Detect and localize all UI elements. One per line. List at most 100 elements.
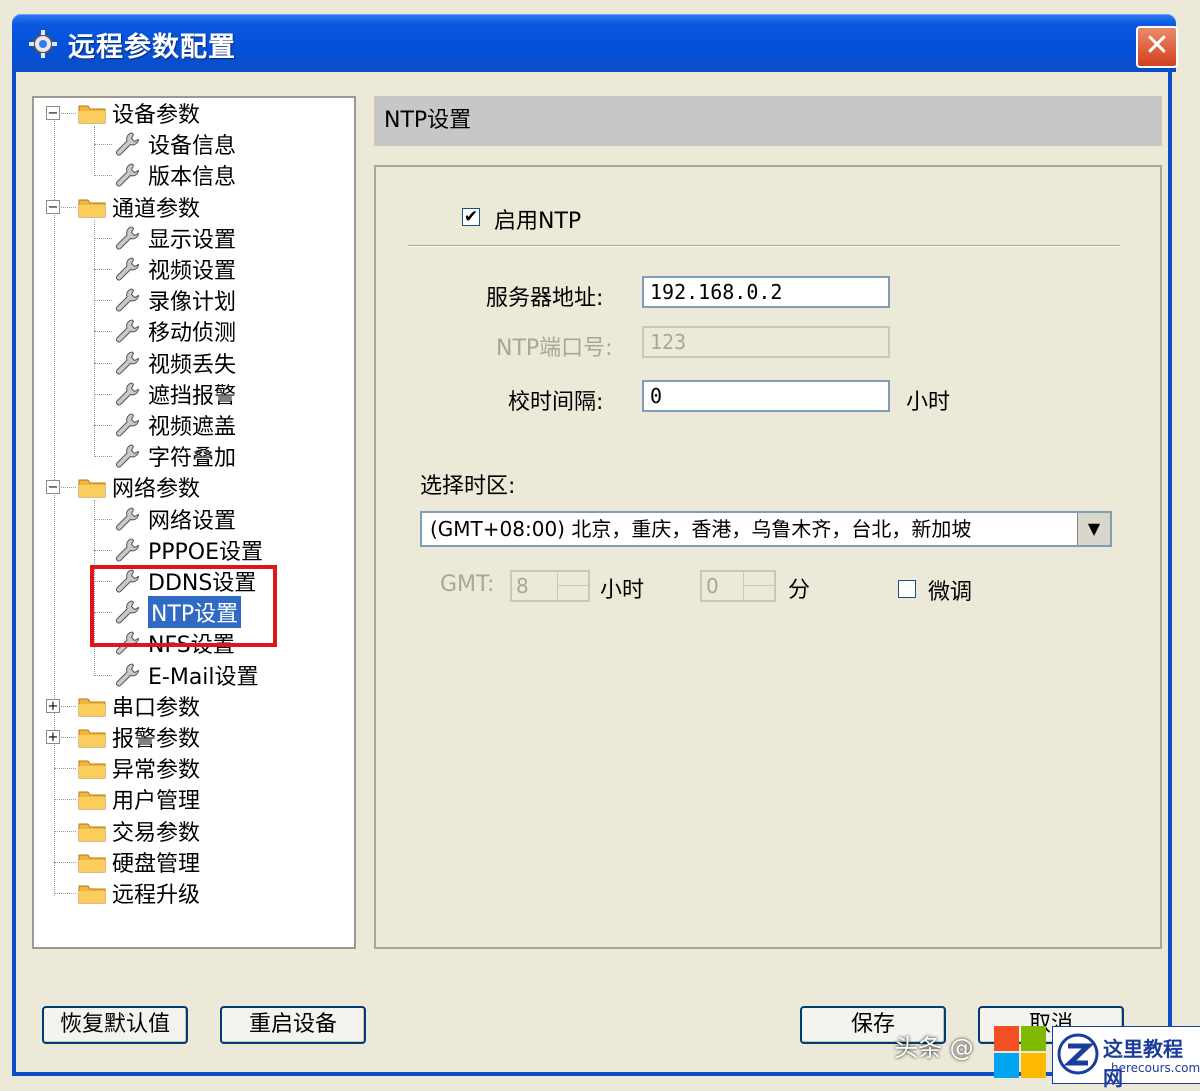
separator: [408, 245, 1120, 247]
enable-ntp-checkbox[interactable]: ✔: [462, 208, 480, 226]
window-title: 远程参数配置: [68, 32, 236, 63]
tree-leaf-item[interactable]: 网络设置: [114, 504, 236, 534]
tree-item-label: 设备信息: [148, 134, 237, 160]
ntp-port-label: NTP端口号:: [496, 336, 613, 361]
gmt-hours-value: 8: [516, 574, 529, 598]
folder-icon: [78, 729, 106, 748]
tree-folder-item[interactable]: 串口参数: [78, 691, 200, 721]
tree-leaf-item[interactable]: 字符叠加: [114, 441, 236, 471]
tree-folder-item[interactable]: 异常参数: [78, 753, 200, 783]
tree-leaf-item[interactable]: PPPOE设置: [114, 535, 263, 565]
tree-item-label: 版本信息: [148, 165, 237, 191]
collapse-icon[interactable]: −: [46, 199, 60, 214]
tree-folder-item[interactable]: 通道参数: [78, 192, 200, 222]
fine-tune-checkbox[interactable]: [898, 580, 916, 598]
reboot-device-button[interactable]: 重启设备: [220, 1006, 366, 1044]
stepper-arrows-icon[interactable]: [557, 572, 588, 600]
folder-icon: [78, 760, 106, 779]
folder-icon: [78, 199, 106, 218]
tree-item-label: 异常参数: [112, 758, 201, 784]
collapse-icon[interactable]: −: [46, 106, 60, 120]
folder-icon: [78, 885, 106, 904]
timezone-label: 选择时区:: [420, 474, 516, 499]
chevron-down-icon[interactable]: ▼: [1077, 513, 1110, 545]
close-button[interactable]: ✕: [1136, 26, 1178, 68]
server-address-input[interactable]: 192.168.0.2: [642, 276, 890, 308]
tree-folder-item[interactable]: 远程升级: [78, 878, 200, 908]
tree-leaf-item[interactable]: 显示设置: [114, 223, 236, 253]
tree-folder-item[interactable]: 用户管理: [78, 784, 200, 814]
gmt-minutes-unit: 分: [788, 578, 811, 603]
gmt-minutes-stepper[interactable]: 0: [700, 570, 776, 602]
collapse-icon[interactable]: −: [46, 480, 60, 495]
tree-item-label: 遮挡报警: [148, 383, 237, 409]
windows-logo-icon: [994, 1026, 1046, 1078]
tree-item-label: E-Mail设置: [148, 664, 259, 690]
restore-defaults-button[interactable]: 恢复默认值: [42, 1006, 188, 1044]
watermark-text: 头条 @: [894, 1034, 974, 1062]
site-logo: 这里教程网 herecours.com: [1052, 1026, 1200, 1090]
tree-leaf-item[interactable]: 视频遮盖: [114, 410, 236, 440]
tree-folder-item[interactable]: 交易参数: [78, 816, 200, 846]
tree-folder-item[interactable]: 硬盘管理: [78, 847, 200, 877]
fine-tune-label: 微调: [928, 580, 973, 605]
tree-item-label: 通道参数: [112, 196, 201, 222]
tree-leaf-item[interactable]: 视频丢失: [114, 348, 236, 378]
folder-icon: [78, 854, 106, 873]
folder-icon: [78, 698, 106, 717]
tree-leaf-item[interactable]: 设备信息: [114, 129, 236, 159]
expand-icon[interactable]: +: [46, 698, 60, 713]
wrench-icon: [116, 132, 140, 156]
tree-item-label: 网络设置: [148, 508, 237, 534]
ntp-port-input[interactable]: 123: [642, 326, 890, 358]
tree-item-label: 硬盘管理: [112, 851, 201, 877]
tree-item-label: 视频丢失: [148, 352, 237, 378]
tree-item-label: 设备参数: [112, 103, 201, 128]
sync-interval-input[interactable]: 0: [642, 380, 890, 412]
site-logo-url: herecours.com: [1111, 1061, 1200, 1075]
timezone-value: (GMT+08:00) 北京，重庆，香港，乌鲁木齐，台北，新加坡: [430, 517, 972, 541]
tree-leaf-item[interactable]: 视频设置: [114, 254, 236, 284]
tree-folder-item[interactable]: 报警参数: [78, 722, 200, 752]
wrench-icon: [116, 351, 140, 375]
close-icon: ✕: [1144, 28, 1170, 63]
gear-icon: [29, 30, 57, 58]
tree-item-label: 远程升级: [112, 883, 201, 908]
tree-item-label: 网络参数: [112, 477, 201, 503]
tree-leaf-item[interactable]: E-Mail设置: [114, 660, 259, 690]
tree-leaf-item[interactable]: 移动侦测: [114, 316, 236, 346]
gmt-minutes-value: 0: [706, 574, 719, 598]
wrench-icon: [116, 163, 140, 187]
tree-item-label: 视频遮盖: [148, 415, 237, 440]
wrench-icon: [116, 444, 140, 468]
highlight-box: [90, 565, 277, 647]
gmt-hours-stepper[interactable]: 8: [510, 570, 590, 602]
title-bar[interactable]: 远程参数配置: [12, 14, 1176, 72]
wrench-icon: [116, 257, 140, 281]
enable-ntp-label: 启用NTP: [494, 209, 582, 234]
stepper-arrows-icon[interactable]: [743, 572, 774, 600]
tree-item-label: 录像计划: [148, 290, 237, 316]
sync-interval-label: 校时间隔:: [508, 390, 604, 415]
wrench-icon: [116, 663, 140, 687]
tree-item-label: 显示设置: [148, 227, 237, 253]
tree-leaf-item[interactable]: 录像计划: [114, 285, 236, 315]
site-logo-icon: [1057, 1033, 1099, 1075]
tree-item-label: 报警参数: [112, 727, 201, 752]
tree-leaf-item[interactable]: 遮挡报警: [114, 379, 236, 409]
wrench-icon: [116, 382, 140, 406]
wrench-icon: [116, 319, 140, 343]
folder-icon: [78, 791, 106, 810]
tree-leaf-item[interactable]: 版本信息: [114, 160, 236, 190]
folder-icon: [78, 479, 106, 498]
server-address-label: 服务器地址:: [486, 286, 604, 311]
tree-folder-item[interactable]: 设备参数: [78, 98, 200, 128]
tree-folder-item[interactable]: 网络参数: [78, 472, 200, 502]
wrench-icon: [116, 538, 140, 562]
expand-icon[interactable]: +: [46, 730, 60, 744]
sync-interval-unit: 小时: [906, 390, 951, 415]
folder-icon: [78, 823, 106, 842]
timezone-select[interactable]: (GMT+08:00) 北京，重庆，香港，乌鲁木齐，台北，新加坡 ▼: [420, 511, 1112, 547]
panel-header: NTP设置: [374, 96, 1162, 146]
tree-item-label: 移动侦测: [148, 321, 237, 347]
